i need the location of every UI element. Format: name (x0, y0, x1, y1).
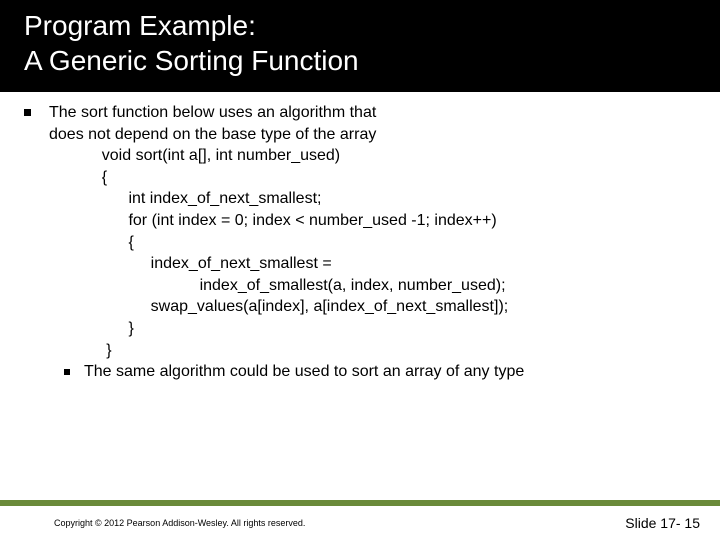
title-block: Program Example: A Generic Sorting Funct… (0, 0, 720, 92)
slide-content: The sort function below uses an algorith… (0, 92, 720, 383)
title-line1: Program Example: (24, 10, 256, 41)
slide-title: Program Example: A Generic Sorting Funct… (24, 8, 696, 78)
square-bullet-icon (64, 369, 70, 375)
bullet1-line1: The sort function below uses an algorith… (49, 104, 376, 121)
square-bullet-icon (24, 109, 31, 116)
bullet-item-1: The sort function below uses an algorith… (24, 102, 696, 145)
copyright-text: Copyright © 2012 Pearson Addison-Wesley.… (54, 518, 305, 528)
bullet-text-1: The sort function below uses an algorith… (49, 102, 696, 145)
code-block: void sort(int a[], int number_used) { in… (24, 145, 696, 361)
bullet-item-2: The same algorithm could be used to sort… (24, 361, 696, 383)
footer: Copyright © 2012 Pearson Addison-Wesley.… (0, 506, 720, 540)
slide-number: Slide 17- 15 (625, 515, 700, 531)
bullet1-line2: does not depend on the base type of the … (49, 126, 376, 143)
bullet-text-2: The same algorithm could be used to sort… (84, 361, 696, 383)
title-line2: A Generic Sorting Function (24, 45, 359, 76)
